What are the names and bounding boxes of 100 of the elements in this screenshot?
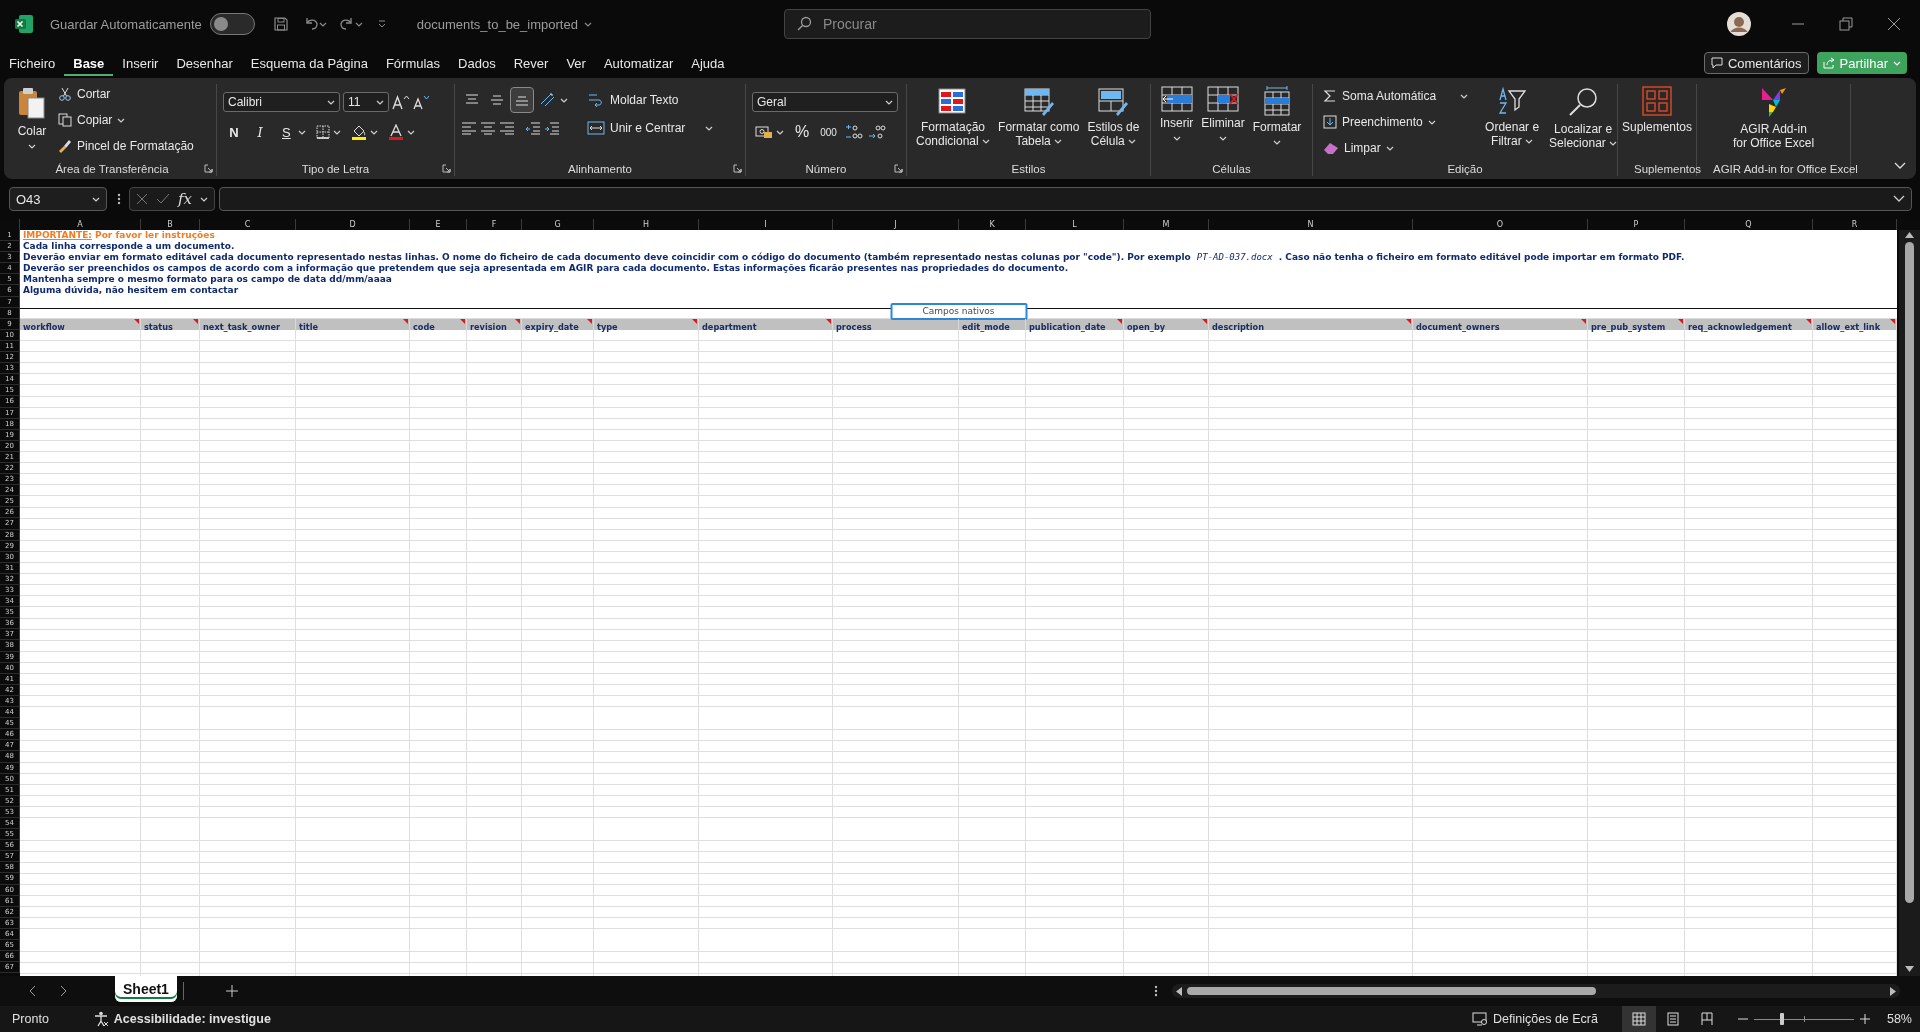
caret-icon[interactable] xyxy=(1609,141,1618,147)
scroll-down-icon[interactable] xyxy=(1905,966,1914,972)
close-icon[interactable] xyxy=(1887,17,1901,31)
caret-icon[interactable] xyxy=(1128,139,1137,145)
expand-icon[interactable] xyxy=(1893,195,1905,203)
sheet-tab[interactable]: Sheet1 xyxy=(115,976,177,1002)
format-as-table-button[interactable]: Formatar como Tabela xyxy=(995,84,1083,160)
previous-sheet-icon[interactable] xyxy=(28,985,36,997)
view-button[interactable] xyxy=(1621,1006,1656,1032)
scroll-right-icon[interactable] xyxy=(1890,986,1896,996)
formula-input[interactable] xyxy=(219,187,1912,211)
caret-icon[interactable] xyxy=(1273,140,1282,145)
clear-button[interactable]: Limpar xyxy=(1319,136,1473,160)
menu-tab[interactable]: Ajuda xyxy=(682,52,734,76)
comments-button[interactable]: Comentários xyxy=(1703,52,1809,74)
accessibility-button[interactable]: Acessibilidade: investigue xyxy=(92,1011,271,1027)
decrease-indent-icon[interactable] xyxy=(525,121,541,135)
sort-filter-button[interactable]: Ordenar e Filtrar xyxy=(1482,84,1543,160)
insert-button[interactable]: Inserir xyxy=(1157,84,1197,160)
more-icon[interactable] xyxy=(1154,985,1158,997)
avatar-icon[interactable] xyxy=(1727,12,1751,36)
customize-icon[interactable] xyxy=(376,19,387,29)
filename-button[interactable]: documents_to_be_imported xyxy=(416,16,592,32)
caret-icon[interactable] xyxy=(1460,93,1469,99)
cut-button[interactable]: Cortar xyxy=(54,82,198,106)
scroll-up-icon[interactable] xyxy=(1905,232,1914,238)
wrap-text-button[interactable]: Moldar Texto xyxy=(583,88,718,112)
zoom-slider-thumb[interactable] xyxy=(1779,1013,1784,1025)
caret-icon[interactable] xyxy=(406,129,415,135)
zoom-in-icon[interactable] xyxy=(1859,1014,1870,1024)
paste-button[interactable]: Colar xyxy=(14,84,50,160)
number-format-dropdown[interactable]: Geral xyxy=(752,92,898,112)
merge-center-button[interactable]: Unir e Centrar xyxy=(583,116,718,140)
percent-button[interactable]: % xyxy=(792,120,813,144)
thousands-button[interactable]: 000 xyxy=(817,120,840,144)
zoom-percentage[interactable]: 58% xyxy=(1886,1012,1912,1026)
collapse-ribbon-icon[interactable] xyxy=(1894,162,1906,170)
cell-styles-button[interactable]: Estilos de Célula xyxy=(1084,84,1143,160)
caret-icon[interactable] xyxy=(776,129,784,135)
increase-decimal-icon[interactable] xyxy=(844,124,863,140)
caret-icon[interactable] xyxy=(92,196,100,202)
redo-icon[interactable] xyxy=(338,16,355,32)
agir-addin-button[interactable]: AGIR Add-in for Office Excel xyxy=(1729,84,1818,160)
copy-button[interactable]: Copiar xyxy=(54,108,198,132)
caret-icon[interactable] xyxy=(332,129,341,135)
caret-icon[interactable] xyxy=(1385,145,1394,151)
scroll-left-icon[interactable] xyxy=(1176,986,1182,996)
autosave-toggle[interactable] xyxy=(209,13,255,35)
cancel-icon[interactable] xyxy=(136,193,148,205)
format-painter-button[interactable]: Pincel de Formatação xyxy=(54,134,198,158)
caret-icon[interactable] xyxy=(583,21,592,27)
display-settings-button[interactable]: Definições de Ecrã xyxy=(1472,1012,1598,1026)
caret-icon[interactable] xyxy=(1172,136,1181,141)
dialog-launcher-icon[interactable] xyxy=(203,164,213,173)
caret-icon[interactable] xyxy=(705,125,714,131)
caret-icon[interactable] xyxy=(327,99,335,105)
fill-button[interactable]: Preenchimento xyxy=(1319,110,1473,134)
excel-logo-icon[interactable] xyxy=(14,14,34,34)
align-center-icon[interactable] xyxy=(480,121,496,135)
font-shrink-icon[interactable] xyxy=(413,94,431,110)
font-size-dropdown[interactable]: 11 xyxy=(343,92,389,112)
caret-icon[interactable] xyxy=(1427,119,1436,125)
decrease-decimal-icon[interactable] xyxy=(867,124,886,140)
font-grow-icon[interactable] xyxy=(392,94,410,110)
next-sheet-icon[interactable] xyxy=(60,985,68,997)
italic-button[interactable]: I xyxy=(249,120,271,144)
name-box[interactable]: O43 xyxy=(9,187,107,211)
caret-icon[interactable] xyxy=(560,97,568,103)
underline-button[interactable]: S xyxy=(275,120,309,144)
caret-icon[interactable] xyxy=(28,144,36,149)
caret-icon[interactable] xyxy=(297,129,306,135)
scrollbar-thumb[interactable] xyxy=(1187,987,1596,995)
caret-icon[interactable] xyxy=(369,129,378,135)
dialog-launcher-icon[interactable] xyxy=(441,164,451,173)
menu-tab[interactable]: Ver xyxy=(557,52,595,76)
caret-icon[interactable] xyxy=(1525,139,1534,145)
increase-indent-icon[interactable] xyxy=(544,121,560,135)
addins-button[interactable]: Suplementos xyxy=(1619,84,1696,160)
menu-tab[interactable]: Inserir xyxy=(113,52,168,76)
autosum-button[interactable]: Soma Automática xyxy=(1319,84,1473,108)
delete-button[interactable]: Eliminar xyxy=(1198,84,1248,160)
menu-tab[interactable]: Automatizar xyxy=(594,52,683,76)
caret-icon[interactable] xyxy=(1054,139,1063,145)
insert-function-button[interactable]: fx xyxy=(178,190,192,208)
caret-icon[interactable] xyxy=(354,21,363,27)
menu-tab[interactable]: Base xyxy=(64,52,114,76)
add-sheet-icon[interactable] xyxy=(225,985,238,997)
caret-icon[interactable] xyxy=(200,196,208,202)
align-right-icon[interactable] xyxy=(499,121,515,135)
menu-tab[interactable]: Rever xyxy=(504,52,558,76)
menu-tab[interactable]: Dados xyxy=(449,52,505,76)
menu-tab[interactable]: Ficheiro xyxy=(0,52,65,76)
scrollbar-thumb[interactable] xyxy=(1905,242,1914,903)
align-left-icon[interactable] xyxy=(461,121,477,135)
conditional-formatting-button[interactable]: Formatação Condicional xyxy=(913,84,994,160)
menu-tab[interactable]: Desenhar xyxy=(167,52,242,76)
restore-icon[interactable] xyxy=(1839,17,1853,31)
caret-icon[interactable] xyxy=(885,99,893,105)
format-button[interactable]: Formatar xyxy=(1249,84,1305,160)
find-select-button[interactable]: Localizar e Selecionar xyxy=(1546,84,1621,160)
